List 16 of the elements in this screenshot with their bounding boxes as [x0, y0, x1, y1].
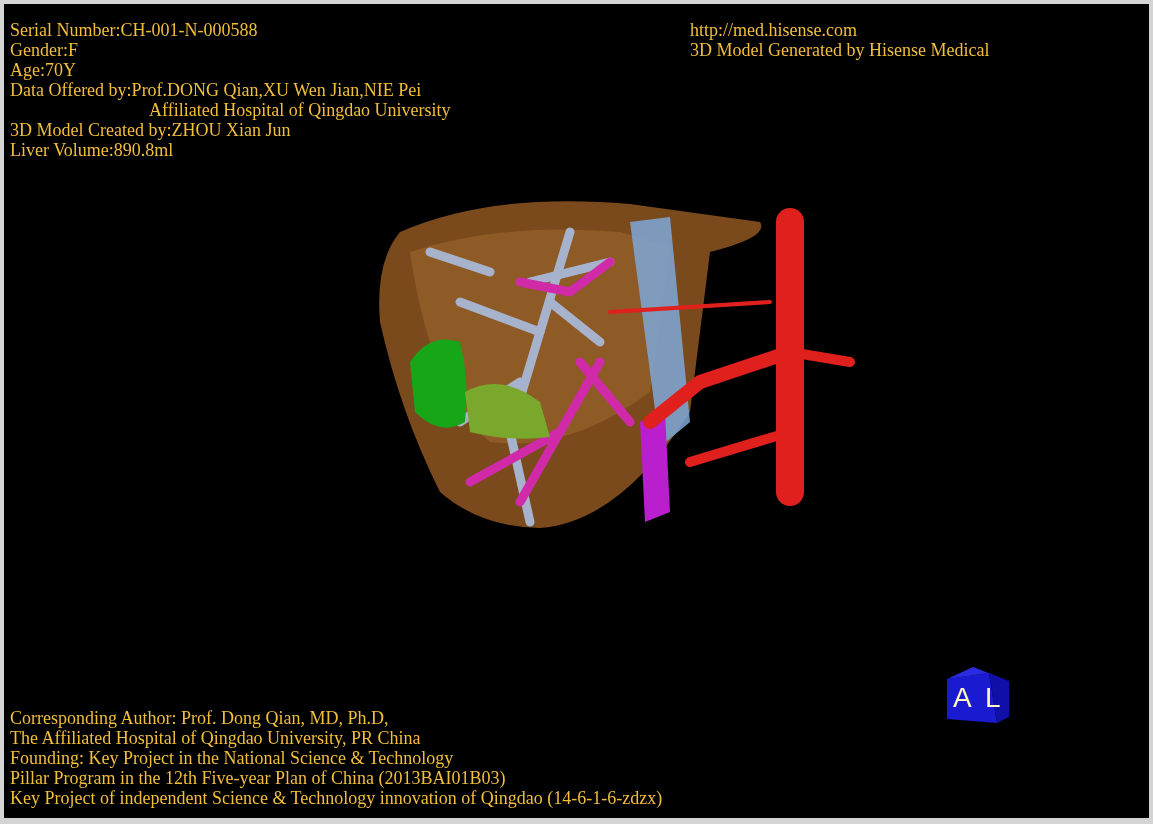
info-text: Founding: Key Project in the National Science & Technology	[10, 748, 455, 768]
orientation-label: A	[953, 683, 972, 713]
info-text: Liver Volume:890.8ml	[10, 140, 175, 160]
info-text: 3D Model Generated by Hisense Medical	[690, 40, 990, 60]
info-text: 3D Model Created by:ZHOU Xian Jun	[10, 120, 292, 140]
info-text: Serial Number:CH-001-N-000588	[10, 20, 259, 40]
orientation-label: L	[985, 683, 1001, 713]
info-text: Age:70Y	[10, 60, 77, 80]
info-text: Gender:F	[10, 40, 79, 60]
info-text: http://med.hisense.com	[690, 20, 858, 40]
info-text: Pillar Program in the 12th Five-year Plan of China (2013BAI01B03)	[10, 768, 507, 788]
info-text: Key Project of independent Science & Technology innovation of Qingdao (14-6-1-6-zdzx)	[10, 788, 663, 808]
info-text: Data Offered by:Prof.DONG Qian,XU Wen Jian,NIE Pei	[10, 80, 423, 100]
info-text: Affiliated Hospital of Qingdao University	[148, 100, 451, 120]
info-text: The Affiliated Hospital of Qingdao University, PR China	[10, 728, 422, 748]
info-text: Corresponding Author: Prof. Dong Qian, MD, Ph.D,	[10, 708, 390, 728]
